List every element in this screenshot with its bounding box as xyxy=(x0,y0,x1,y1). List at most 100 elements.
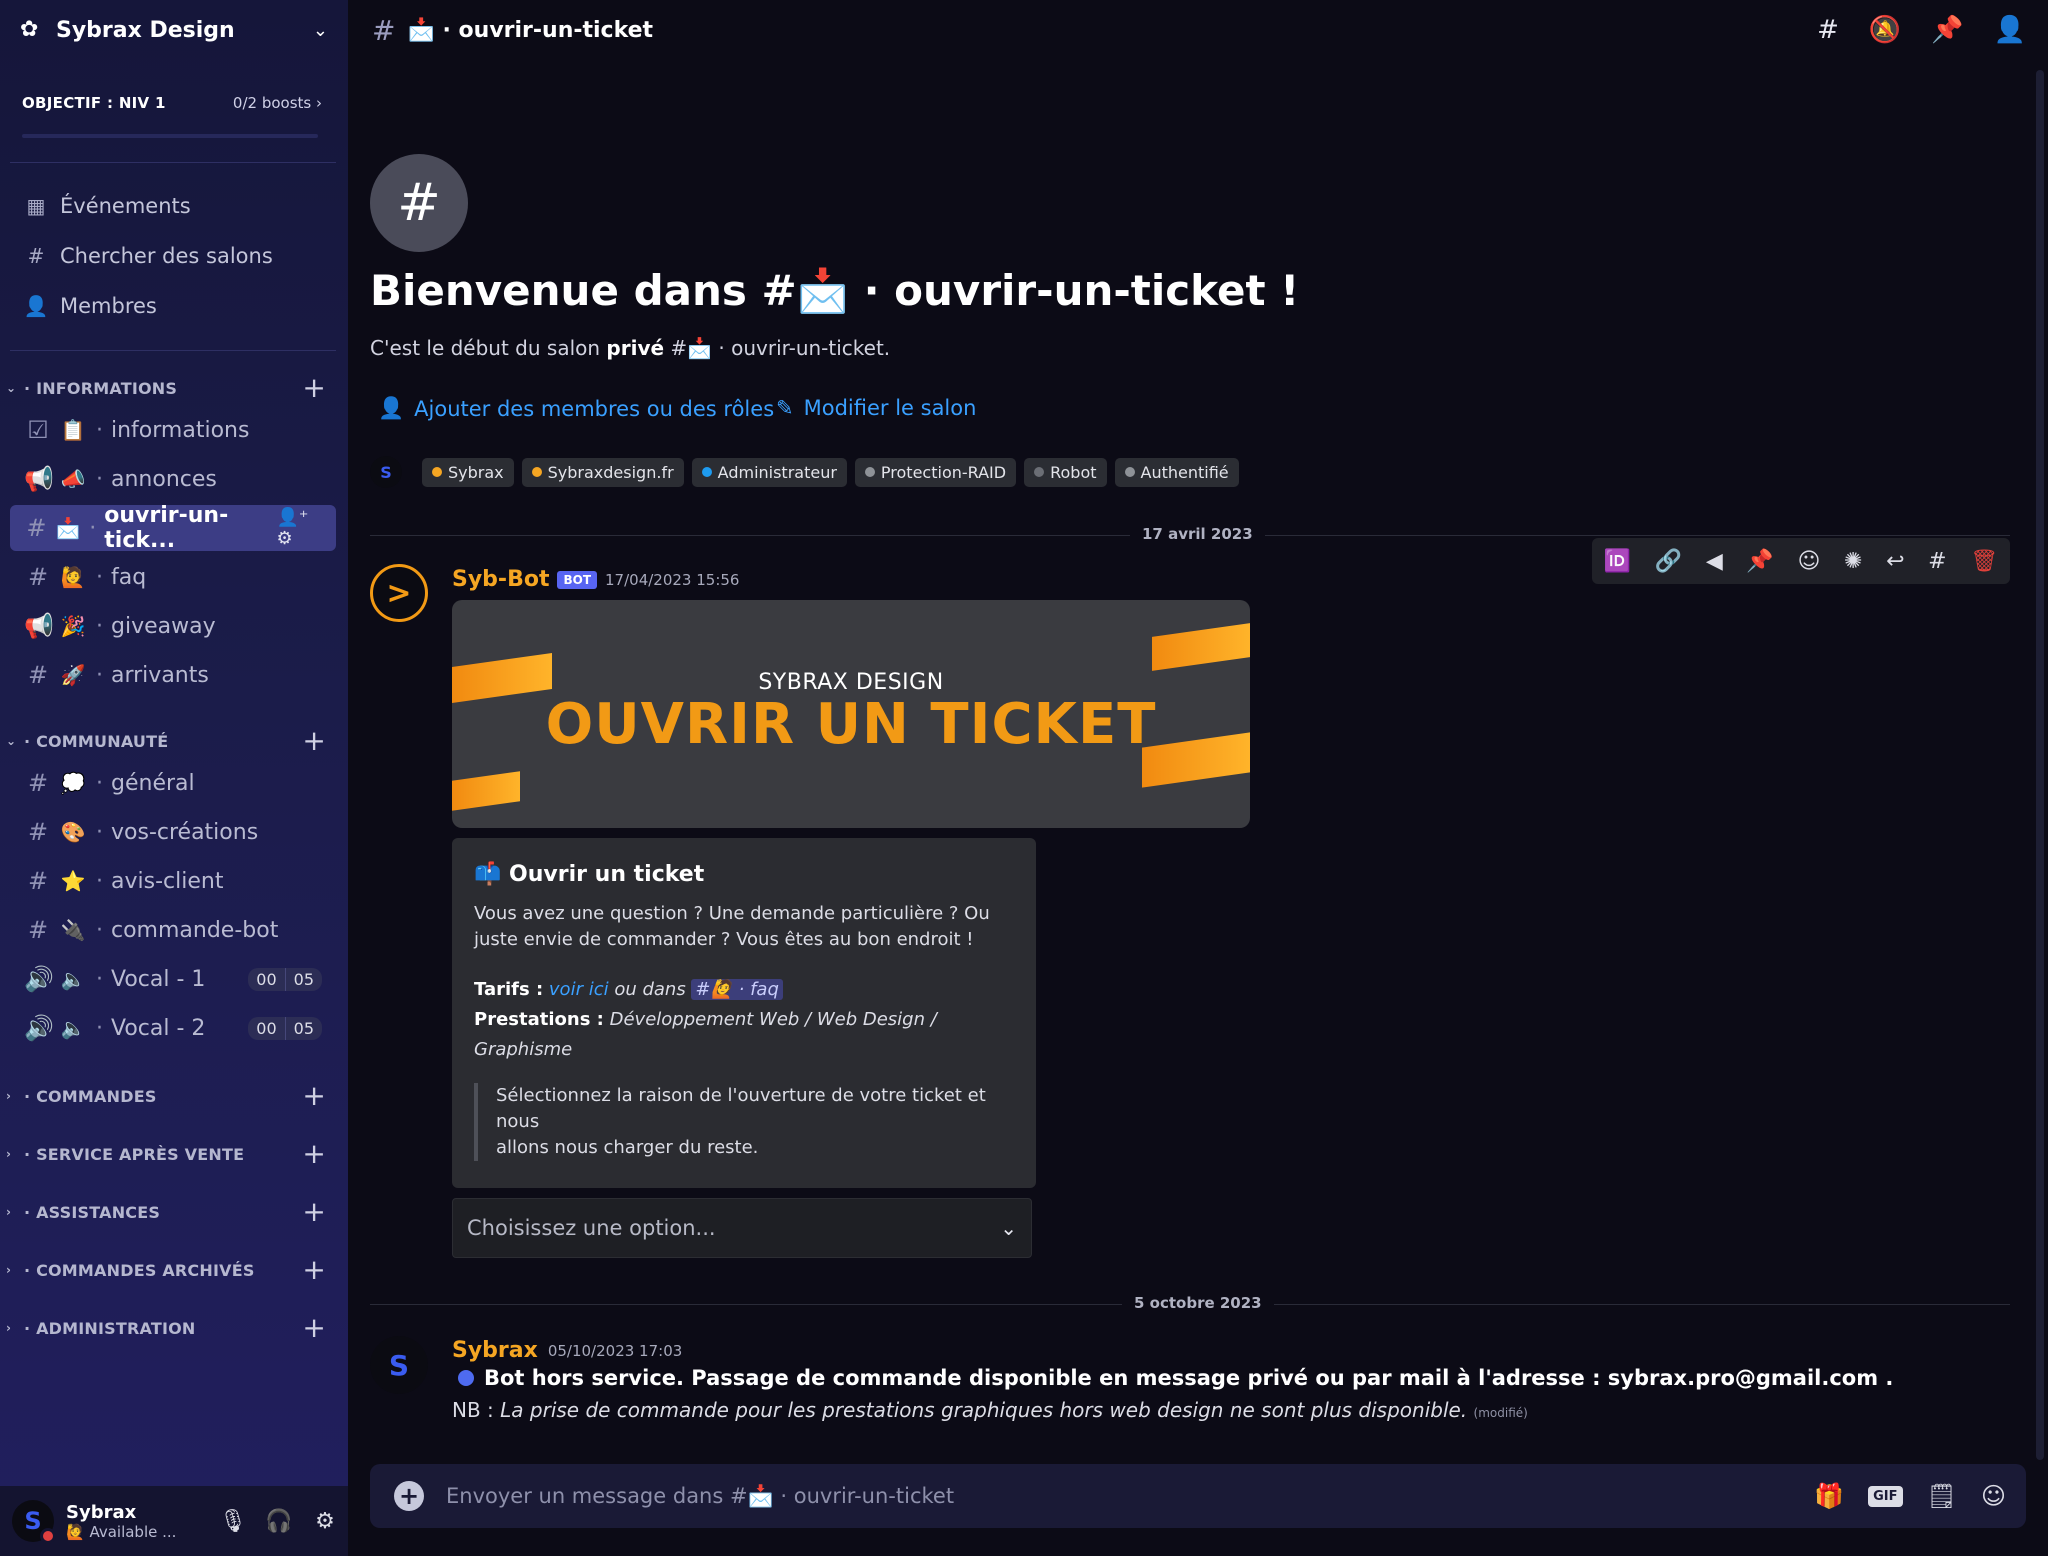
channel-commande-bot[interactable]: # 🔌 · commande-bot xyxy=(10,907,336,953)
hash-icon: # xyxy=(27,563,49,591)
member-list-icon[interactable]: 👤 xyxy=(1994,15,2026,45)
channel-name: giveaway xyxy=(111,613,216,639)
add-members-link[interactable]: 👤 Ajouter des membres ou des rôles xyxy=(378,396,774,421)
add-channel-icon[interactable]: + xyxy=(302,1256,326,1284)
megaphone-emoji: 📣 xyxy=(60,467,86,491)
channel-mention[interactable]: #🙋 · faq xyxy=(691,979,783,1000)
nav-events[interactable]: ▦ Événements xyxy=(22,186,191,226)
nav-channel-search[interactable]: # Chercher des salons xyxy=(22,236,273,276)
raising-hand-emoji: 🙋 xyxy=(60,565,86,589)
add-channel-icon[interactable]: + xyxy=(302,1140,326,1168)
author-name[interactable]: Sybrax xyxy=(452,1338,538,1363)
gear-icon[interactable]: ⚙ xyxy=(302,1509,348,1534)
tarifs-link[interactable]: voir ici xyxy=(549,979,609,1000)
add-channel-icon[interactable]: + xyxy=(302,1198,326,1226)
category-commandes-archives[interactable]: › · COMMANDES ARCHIVÉS + xyxy=(6,1256,326,1284)
trash-icon[interactable]: 🗑 xyxy=(1970,549,1998,574)
add-channel-icon[interactable]: + xyxy=(302,727,326,755)
channel-vos-creations[interactable]: # 🎨 · vos-créations xyxy=(10,809,336,855)
divider xyxy=(10,350,336,351)
category-administration[interactable]: › · ADMINISTRATION + xyxy=(6,1314,326,1342)
channel-ouvrir-un-ticket[interactable]: # 📩 · ouvrir-un-tick... 👤⁺ ⚙ xyxy=(10,503,336,553)
voice-channel-icon: 🔊 xyxy=(24,965,54,993)
avatar[interactable]: S xyxy=(370,1336,428,1394)
category-label: · COMMANDES ARCHIVÉS xyxy=(24,1260,255,1280)
channel-vocal-1[interactable]: 🔊 🔈 · Vocal - 1 00 05 xyxy=(10,956,336,1002)
chat-scrollbar[interactable] xyxy=(2036,70,2044,1460)
sticker-icon[interactable]: 🗒 xyxy=(1927,1482,1957,1510)
category-assistances[interactable]: › · ASSISTANCES + xyxy=(6,1198,326,1226)
edit-channel-link[interactable]: ✎ Modifier le salon xyxy=(776,396,976,420)
channel-giveaway[interactable]: 📢 🎉 · giveaway xyxy=(10,603,336,649)
boost-goal[interactable]: OBJECTIF : NIV 1 0/2 boosts › xyxy=(22,94,322,112)
ticket-reason-select[interactable]: Choisissez une option... ⌄ xyxy=(452,1198,1032,1258)
microphone-icon[interactable]: 🎙 xyxy=(210,1509,256,1534)
role-color-dot xyxy=(701,467,712,477)
ticket-banner-image[interactable]: SYBRAX DESIGN OUVRIR UN TICKET xyxy=(452,600,1250,828)
chevron-down-icon[interactable]: ⌄ xyxy=(313,20,328,41)
role-color-dot xyxy=(864,467,875,477)
author-name[interactable]: Syb-Bot xyxy=(452,567,549,592)
category-label: · COMMUNAUTÉ xyxy=(24,731,169,751)
create-thread-icon[interactable]: # xyxy=(1928,549,1946,574)
add-channel-icon[interactable]: + xyxy=(302,1082,326,1110)
user-info[interactable]: Sybrax 🙋 Available ... xyxy=(66,1502,210,1541)
announcement-channel-icon: 📢 xyxy=(24,612,54,640)
threads-icon[interactable]: # xyxy=(1817,15,1839,45)
channel-arrivants[interactable]: # 🚀 · arrivants xyxy=(10,652,336,698)
role-tag[interactable]: Authentifié xyxy=(1114,457,1239,487)
channel-avis-client[interactable]: # ⭐ · avis-client xyxy=(10,858,336,904)
channel-vocal-2[interactable]: 🔊 🔈 · Vocal - 2 00 05 xyxy=(10,1005,336,1051)
role-tag[interactable]: Administrateur xyxy=(691,457,847,487)
category-communaute[interactable]: ⌄ · COMMUNAUTÉ + xyxy=(6,727,326,755)
chevron-right-icon: › xyxy=(6,1147,12,1161)
category-label: · SERVICE APRÈS VENTE xyxy=(24,1144,245,1164)
gift-icon[interactable]: 🎁 xyxy=(1814,1482,1844,1510)
message-input[interactable]: Envoyer un message dans #📩 · ouvrir-un-t… xyxy=(446,1484,954,1509)
channel-annonces[interactable]: 📢 📣 · annonces xyxy=(10,456,336,502)
gif-icon[interactable]: GIF xyxy=(1868,1485,1903,1507)
channel-informations[interactable]: ☑ 📋 · informations xyxy=(10,407,336,453)
envelope-emoji: 📩 xyxy=(55,516,81,540)
add-reaction-icon[interactable]: ☺ xyxy=(1797,549,1820,574)
tag-icon[interactable]: ◀ xyxy=(1706,549,1723,574)
message-composer[interactable]: + Envoyer un message dans #📩 · ouvrir-un… xyxy=(370,1464,2026,1528)
avatar[interactable]: S xyxy=(12,1500,56,1544)
role-tag[interactable]: Robot xyxy=(1024,457,1107,487)
pencil-icon: ✎ xyxy=(776,396,794,420)
nav-members[interactable]: 👤 Membres xyxy=(22,286,157,326)
add-channel-icon[interactable]: + xyxy=(302,374,326,402)
category-sav[interactable]: › · SERVICE APRÈS VENTE + xyxy=(6,1140,326,1168)
copy-id-icon[interactable]: 🆔 xyxy=(1604,549,1631,574)
channel-general[interactable]: # 💭 · général xyxy=(10,760,336,806)
super-reaction-icon[interactable]: ✺ xyxy=(1844,549,1862,574)
pin-icon[interactable]: 📌 xyxy=(1931,15,1963,45)
emoji-icon[interactable]: ☺ xyxy=(1981,1482,2006,1510)
notification-mute-icon[interactable]: 🔕 xyxy=(1869,15,1901,45)
link-icon[interactable]: 🔗 xyxy=(1655,549,1682,574)
hash-icon: # xyxy=(27,916,49,944)
attach-plus-icon[interactable]: + xyxy=(394,1481,424,1511)
role-tag[interactable]: Sybraxdesign.fr xyxy=(521,457,684,487)
embed-title: 📫 Ouvrir un ticket xyxy=(474,862,705,887)
username: Sybrax xyxy=(66,1501,137,1523)
role-tag[interactable]: Sybrax xyxy=(422,457,514,487)
invite-and-settings-icons[interactable]: 👤⁺ ⚙ xyxy=(276,507,324,549)
pin-icon[interactable]: 📌 xyxy=(1746,549,1773,574)
add-channel-icon[interactable]: + xyxy=(302,1314,326,1342)
voice-user-count: 00 05 xyxy=(248,1016,322,1040)
chevron-down-icon: ⌄ xyxy=(6,734,17,748)
server-header[interactable]: ✿ Sybrax Design ⌄ xyxy=(0,0,348,60)
role-tag[interactable]: Protection-RAID xyxy=(854,457,1017,487)
headphones-icon[interactable]: 🎧 xyxy=(256,1509,302,1534)
category-informations[interactable]: ⌄ · INFORMATIONS + xyxy=(6,374,326,402)
avatar[interactable]: > xyxy=(370,564,428,622)
category-commandes[interactable]: › · COMMANDES + xyxy=(6,1082,326,1110)
server-settings-icon: ✿ xyxy=(20,17,39,42)
private-channel-icon: # xyxy=(370,154,468,252)
channel-faq[interactable]: # 🙋 · faq xyxy=(10,554,336,600)
role-color-dot xyxy=(1034,467,1045,477)
chevron-right-icon: › xyxy=(6,1089,12,1103)
reply-icon[interactable]: ↩ xyxy=(1886,549,1904,574)
timestamp: 05/10/2023 17:03 xyxy=(547,1341,683,1360)
